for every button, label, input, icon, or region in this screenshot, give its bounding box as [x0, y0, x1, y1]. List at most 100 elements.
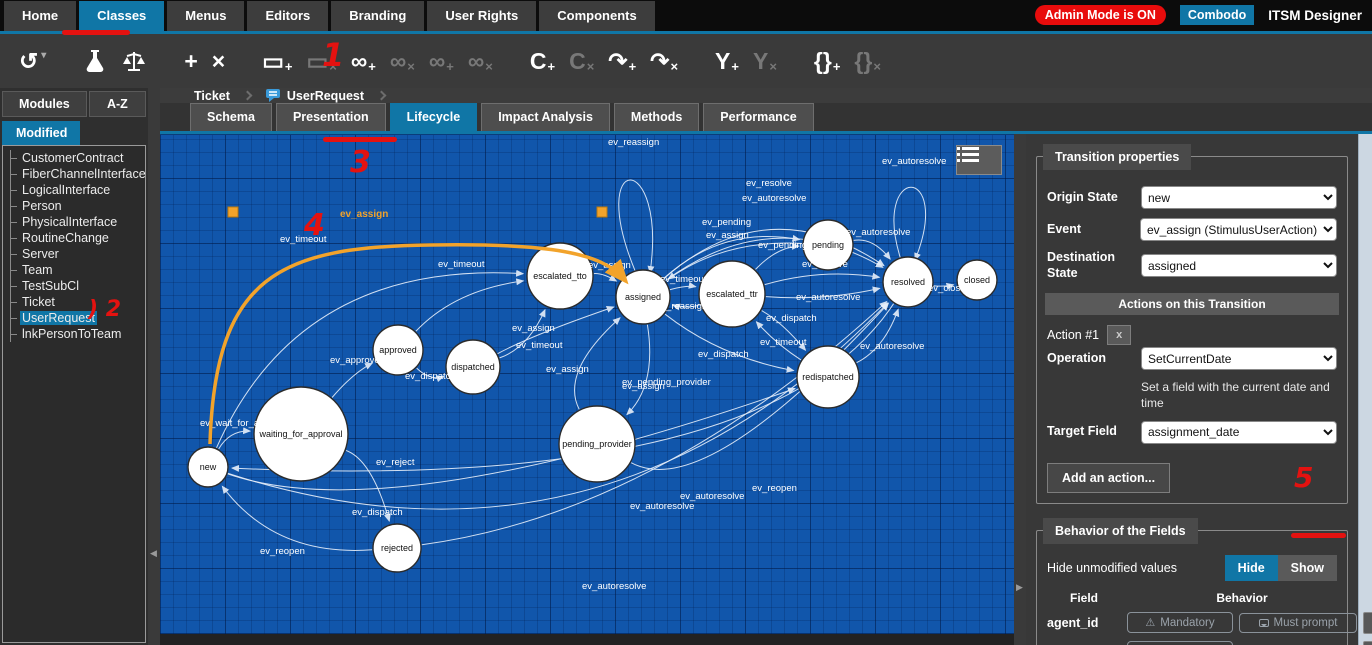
menu-tab-user-rights[interactable]: User Rights [427, 1, 536, 31]
menu-tab-components[interactable]: Components [539, 1, 654, 31]
behavior-of-fields-group: Behavior of the Fields Hide unmodified v… [1036, 530, 1348, 645]
add-transition-icon[interactable]: ↷+ [608, 50, 636, 73]
add-relation-icon[interactable]: ∞+ [351, 50, 376, 73]
delete-class-icon[interactable]: × [212, 50, 225, 73]
class-item-person[interactable]: Person [11, 198, 145, 214]
diagram-list-view-button[interactable] [956, 145, 1002, 175]
compare-scales-icon[interactable] [121, 49, 147, 73]
sidebar-tab-az[interactable]: A-Z [89, 91, 146, 117]
transition-properties-group: Transition properties Origin State new E… [1036, 156, 1348, 504]
transition-ev_resolve[interactable] [765, 274, 880, 285]
transition-label: ev_assign [512, 323, 555, 334]
transition-ev_reopen[interactable] [222, 486, 372, 550]
add-field-icon[interactable]: ▭+ [262, 50, 292, 73]
tab-methods[interactable]: Methods [614, 103, 699, 131]
add-state-icon[interactable]: C+ [530, 50, 555, 73]
must-prompt-badge[interactable]: Must prompt [1239, 613, 1357, 633]
target-field-select[interactable]: assignment_date [1141, 421, 1337, 444]
menu-tab-home[interactable]: Home [4, 1, 76, 31]
mandatory-badge[interactable]: ⚠Mandatory [1127, 641, 1233, 645]
hide-button[interactable]: Hide [1225, 555, 1278, 581]
transition-ev_approve[interactable] [332, 363, 372, 397]
transition-ev_assign[interactable] [594, 274, 617, 282]
transition-label: ev_dispatch [698, 349, 749, 360]
transition-label: ev_autoresolve [796, 292, 860, 303]
menu-tab-menus[interactable]: Menus [167, 1, 244, 31]
transition-ev_autoresolve[interactable] [854, 240, 891, 259]
transition-label: ev_timeout [516, 340, 563, 351]
operation-label: Operation [1047, 351, 1141, 367]
transition-label: ev_assign [622, 381, 665, 392]
show-button[interactable]: Show [1278, 555, 1337, 581]
lifecycle-diagram[interactable]: newwaiting_for_approvalapproveddispatche… [160, 134, 1014, 634]
class-item-team[interactable]: Team [11, 262, 145, 278]
delete-external-key-icon: ∞× [468, 50, 493, 73]
class-item-fiberchannelinterface[interactable]: FiberChannelInterface [11, 166, 145, 182]
mandatory-badge[interactable]: ⚠Mandatory [1127, 612, 1233, 633]
sidebar-tab-modified[interactable]: Modified [2, 121, 80, 145]
origin-state-select[interactable]: new [1141, 186, 1337, 209]
class-item-customercontract[interactable]: CustomerContract [11, 150, 145, 166]
state-label-waiting_for_approval: waiting_for_approval [258, 429, 342, 439]
event-select[interactable]: ev_assign (StimulusUserAction) [1140, 218, 1337, 241]
tab-impact-analysis[interactable]: Impact Analysis [481, 103, 610, 131]
class-item-lnkpersontoteam[interactable]: lnkPersonToTeam [11, 326, 145, 342]
transition-handle[interactable] [597, 207, 607, 217]
add-action-button[interactable]: Add an action... [1047, 463, 1170, 493]
transition-label: ev_reassign [608, 137, 659, 148]
admin-mode-badge: Admin Mode is ON [1035, 5, 1166, 25]
sidebar-collapse-strip[interactable]: ◀ [148, 88, 160, 645]
transition-label: ev_autoresolve [582, 581, 646, 592]
transition-handle[interactable] [228, 207, 238, 217]
transition-label: ev_close [928, 283, 966, 294]
menu-tab-branding[interactable]: Branding [331, 1, 424, 31]
test-flask-icon[interactable] [83, 48, 107, 74]
breadcrumb-item-userrequest[interactable]: UserRequest [265, 88, 364, 103]
transition-ev_timeout[interactable] [416, 281, 523, 331]
transition-ev_autoresolve[interactable] [894, 187, 926, 260]
menu-tab-editors[interactable]: Editors [247, 1, 328, 31]
actions-on-transition-header: Actions on this Transition [1045, 293, 1339, 315]
class-item-physicalinterface[interactable]: PhysicalInterface [11, 214, 145, 230]
undo-icon[interactable]: ↺▾ [19, 50, 46, 73]
class-list: CustomerContractFiberChannelInterfaceLog… [2, 145, 146, 643]
vertical-scrollbar[interactable] [1358, 134, 1372, 645]
tab-lifecycle[interactable]: Lifecycle [390, 103, 478, 131]
transition-ev_autoresolve[interactable] [857, 309, 899, 362]
tab-schema[interactable]: Schema [190, 103, 272, 131]
add-class-icon[interactable]: + [184, 50, 197, 73]
operation-select[interactable]: SetCurrentDate [1141, 347, 1337, 370]
sidebar-tab-modules[interactable]: Modules [2, 91, 87, 117]
transition-ev_timeout[interactable] [670, 286, 696, 289]
state-label-approved: approved [379, 345, 417, 355]
chevron-right-icon [242, 91, 252, 101]
transition-label: ev_timeout [280, 234, 327, 245]
class-item-testsubcl[interactable]: TestSubCl [11, 278, 145, 294]
collapse-right-icon[interactable]: ▶ [1016, 582, 1023, 593]
class-item-routinechange[interactable]: RoutineChange [11, 230, 145, 246]
class-item-server[interactable]: Server [11, 246, 145, 262]
tab-performance[interactable]: Performance [703, 103, 813, 131]
brand-badge[interactable]: Combodo [1180, 5, 1254, 25]
class-item-userrequest[interactable]: UserRequest [11, 310, 145, 326]
delete-relation-icon: ∞× [390, 50, 415, 73]
remove-action-button[interactable]: x [1107, 325, 1131, 345]
transition-ev_pending_provider[interactable] [627, 325, 650, 415]
panel-collapse-strip[interactable]: ▶ [1014, 134, 1026, 645]
transition-label: ev_autoresolve [860, 341, 924, 352]
menu-tab-classes[interactable]: Classes [79, 1, 164, 31]
transition-label: ev_timeout [760, 337, 807, 348]
collapse-left-icon[interactable]: ◀ [150, 548, 157, 559]
transition-label: ev_approve [330, 355, 380, 366]
class-item-ticket[interactable]: Ticket [11, 294, 145, 310]
edit-field-behavior-button[interactable]: ✎ [1363, 612, 1372, 634]
edit-field-behavior-button[interactable]: ✎ [1363, 641, 1372, 645]
add-method-icon[interactable]: {}+ [814, 50, 841, 73]
add-relation-graph-icon[interactable]: Y+ [715, 50, 739, 73]
action-1-label: Action #1 [1047, 328, 1099, 342]
class-item-logicalinterface[interactable]: LogicalInterface [11, 182, 145, 198]
delete-transition-icon[interactable]: ↷× [650, 50, 678, 73]
tab-presentation[interactable]: Presentation [276, 103, 386, 131]
breadcrumb-item-ticket[interactable]: Ticket [194, 89, 230, 103]
destination-state-select[interactable]: assigned [1141, 254, 1337, 277]
